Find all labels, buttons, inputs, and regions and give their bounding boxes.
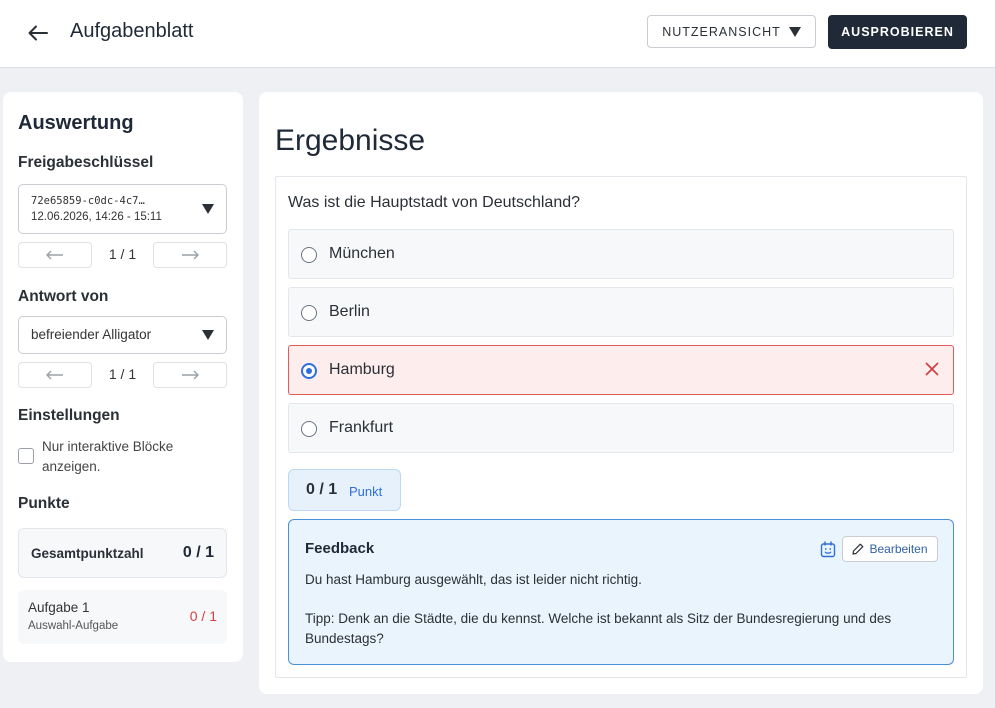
feedback-text: Du hast Hamburg ausgewählt, das ist leid…: [305, 572, 642, 587]
points-value: 0 / 1: [306, 481, 338, 498]
points-heading: Punkte: [18, 495, 70, 512]
caret-down-icon: [202, 204, 214, 214]
arrow-left-icon: [46, 370, 63, 380]
page-title: Aufgabenblatt: [70, 20, 194, 42]
feedback-hint: Tipp: Denk an die Städte, die du kennst.…: [305, 611, 892, 646]
answer-option-label: Frankfurt: [329, 419, 394, 436]
arrow-right-icon: [182, 250, 199, 260]
answer-from-pager: 1 / 1: [18, 362, 227, 388]
task-name: Aufgabe 1: [28, 600, 90, 615]
results-title: Ergebnisse: [275, 124, 426, 157]
evaluation-sidebar: Auswertung Freigabeschlüssel 72e65859-c0…: [3, 92, 243, 662]
caret-down-icon: [788, 26, 801, 37]
answer-option-selected-wrong[interactable]: Hamburg: [288, 345, 954, 395]
arrow-right-icon: [182, 370, 199, 380]
total-score-card: Gesamtpunktzahl 0 / 1: [18, 528, 227, 578]
task-score: 0 / 1: [189, 608, 217, 624]
results-panel: Ergebnisse Was ist die Hauptstadt von De…: [259, 92, 983, 694]
settings-heading: Einstellungen: [18, 407, 120, 424]
radio-button-selected[interactable]: [301, 363, 317, 379]
answer-option[interactable]: Berlin: [288, 287, 954, 337]
answer-prev-button[interactable]: [18, 362, 92, 388]
share-key-page-count: 1 / 1: [108, 246, 137, 262]
share-key-date: 12.06.2026, 14:26 - 15:11: [31, 211, 162, 223]
feedback-title: Feedback: [305, 540, 375, 557]
share-key-pager: 1 / 1: [18, 242, 227, 268]
share-key-next-button[interactable]: [153, 242, 227, 268]
points-badge: 0 / 1 Punkt: [288, 469, 401, 511]
question-text: Was ist die Hauptstadt von Deutschland?: [288, 194, 581, 211]
answer-from-value: befreiender Alligator: [31, 327, 152, 342]
user-view-label: NUTZERANSICHT: [662, 24, 781, 39]
answer-from-select[interactable]: befreiender Alligator: [18, 316, 227, 354]
interactive-blocks-label: Nur interaktive Blöcke anzeigen.: [42, 439, 174, 474]
answer-from-heading: Antwort von: [18, 288, 109, 305]
radio-button[interactable]: [301, 247, 317, 263]
interactive-blocks-checkbox[interactable]: [18, 448, 34, 464]
points-unit: Punkt: [349, 484, 383, 499]
answer-option-label: Hamburg: [329, 361, 395, 378]
radio-button[interactable]: [301, 421, 317, 437]
radio-button[interactable]: [301, 305, 317, 321]
share-key-prev-button[interactable]: [18, 242, 92, 268]
answer-option[interactable]: Frankfurt: [288, 403, 954, 453]
total-score-label: Gesamtpunktzahl: [31, 546, 144, 561]
answer-option-label: Berlin: [329, 303, 370, 320]
answer-next-button[interactable]: [153, 362, 227, 388]
user-view-dropdown[interactable]: NUTZERANSICHT: [647, 15, 816, 48]
task-type: Auswahl-Aufgabe: [28, 620, 119, 632]
share-key-select[interactable]: 72e65859-c0dc-4c7… 12.06.2026, 14:26 - 1…: [18, 184, 227, 234]
close-icon: [925, 362, 939, 376]
arrow-left-icon: [28, 25, 48, 41]
ai-assistant-icon[interactable]: [820, 541, 836, 558]
total-score-value: 0 / 1: [182, 544, 214, 561]
share-key-heading: Freigabeschlüssel: [18, 154, 154, 171]
task-item[interactable]: Aufgabe 1 Auswahl-Aufgabe 0 / 1: [18, 590, 227, 644]
feedback-card: Feedback Bearbeiten Du hast Hamburg ausg…: [288, 519, 954, 665]
try-out-button[interactable]: AUSPROBIEREN: [828, 15, 967, 49]
sidebar-title: Auswertung: [18, 112, 134, 134]
pencil-icon: [852, 543, 864, 555]
top-bar: Aufgabenblatt NUTZERANSICHT AUSPROBIEREN: [0, 0, 995, 68]
answer-page-count: 1 / 1: [108, 366, 137, 382]
caret-down-icon: [202, 330, 214, 340]
arrow-left-icon: [46, 250, 63, 260]
edit-feedback-label: Bearbeiten: [869, 542, 928, 556]
back-button[interactable]: [22, 18, 54, 48]
answer-option-label: München: [329, 245, 395, 262]
share-key-value: 72e65859-c0dc-4c7…: [31, 195, 145, 207]
question-card: Was ist die Hauptstadt von Deutschland? …: [275, 176, 967, 678]
answer-option[interactable]: München: [288, 229, 954, 279]
edit-feedback-button[interactable]: Bearbeiten: [842, 536, 938, 562]
